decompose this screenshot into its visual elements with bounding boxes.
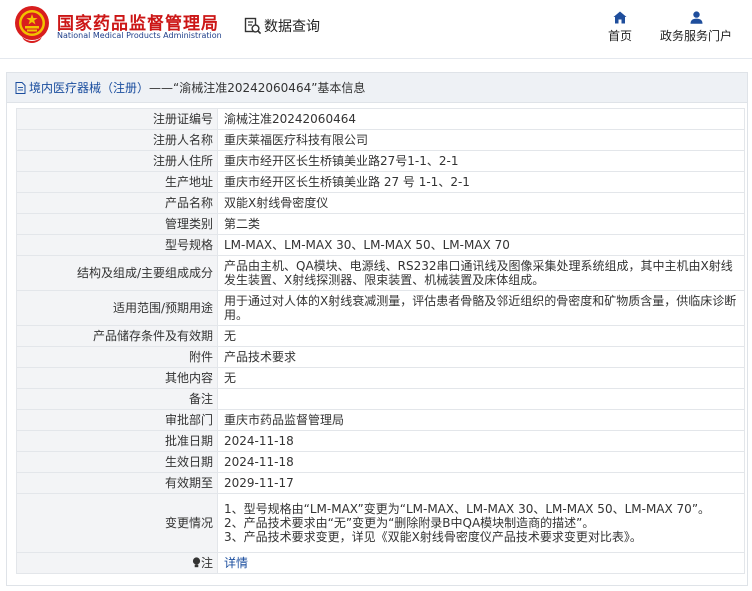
note-label-cell: 注 <box>16 552 218 574</box>
row-value: 用于通过对人体的X射线衰减测量，评估患者骨骼及邻近组织的骨密度和矿物质含量，供临… <box>217 290 745 326</box>
bulb-icon <box>192 557 201 568</box>
table-row: 适用范围/预期用途 用于通过对人体的X射线衰减测量，评估患者骨骼及邻近组织的骨密度… <box>16 290 745 326</box>
row-label: 产品名称 <box>16 192 218 214</box>
row-value: 渝械注准20242060464 <box>217 108 745 130</box>
nav-service-portal[interactable]: 政务服务门户 <box>654 11 738 44</box>
site-subtitle: National Medical Products Administration <box>57 31 222 40</box>
row-value: 2024-11-18 <box>217 430 745 452</box>
row-label: 型号规格 <box>16 234 218 256</box>
data-query-link[interactable]: 数据查询 <box>244 15 320 37</box>
row-value: 第二类 <box>217 213 745 235</box>
row-label: 注册证编号 <box>16 108 218 130</box>
row-label: 产品储存条件及有效期 <box>16 325 218 347</box>
details-link[interactable]: 详情 <box>224 556 248 570</box>
table-row: 产品储存条件及有效期无 <box>16 325 745 347</box>
table-row: 产品名称 双能X射线骨密度仪 <box>16 192 745 214</box>
row-value: 无 <box>217 367 745 389</box>
document-icon <box>15 81 26 94</box>
table-row: 注 详情 <box>16 552 745 574</box>
row-value: 重庆市经开区长生桥镇美业路27号1-1、2-1 <box>217 150 745 172</box>
row-value: 重庆市药品监督管理局 <box>217 409 745 431</box>
table-row: 有效期至 2029-11-17 <box>16 472 745 494</box>
row-label: 备注 <box>16 388 218 410</box>
search-icon <box>244 17 262 35</box>
table-row: 管理类别 第二类 <box>16 213 745 235</box>
row-label: 生效日期 <box>16 451 218 473</box>
row-label: 管理类别 <box>16 213 218 235</box>
nav-portal-label: 政务服务门户 <box>659 29 732 43</box>
table-row: 注册人住所 重庆市经开区长生桥镇美业路27号1-1、2-1 <box>16 150 745 172</box>
row-value: 双能X射线骨密度仪 <box>217 192 745 214</box>
row-label: 附件 <box>16 346 218 368</box>
change-history: 1、型号规格由“LM-MAX”变更为“LM-MAX、LM-MAX 30、LM-M… <box>217 493 745 553</box>
table-row: 注册人名称 重庆莱福医疗科技有限公司 <box>16 129 745 151</box>
row-value: 重庆市经开区长生桥镇美业路 27 号 1-1、2-1 <box>217 171 745 193</box>
device-info-panel: 境内医疗器械（注册） —— “渝械注准20242060464”基本信息 注册证编… <box>6 72 748 586</box>
user-icon <box>690 11 702 24</box>
row-label: 适用范围/预期用途 <box>16 290 218 326</box>
national-emblem-logo <box>15 6 49 43</box>
table-row: 结构及组成/主要组成成分 产品由主机、QA模块、电源线、RS232串口通讯线及图像… <box>16 255 745 291</box>
row-label: 注册人名称 <box>16 129 218 151</box>
row-label: 注册人住所 <box>16 150 218 172</box>
table-row: 附件 产品技术要求 <box>16 346 745 368</box>
table-row: 其他内容无 <box>16 367 745 389</box>
row-value: 2024-11-18 <box>217 451 745 473</box>
record-title: “渝械注准20242060464”基本信息 <box>173 81 366 95</box>
row-value: LM-MAX、LM-MAX 30、LM-MAX 50、LM-MAX 70 <box>217 234 745 256</box>
change-line: 3、产品技术要求变更，详见《双能X射线骨密度仪产品技术要求变更对比表》。 <box>224 530 642 544</box>
data-query-label: 数据查询 <box>264 19 320 35</box>
row-label: 有效期至 <box>16 472 218 494</box>
change-line: 1、型号规格由“LM-MAX”变更为“LM-MAX、LM-MAX 30、LM-M… <box>224 502 711 516</box>
table-row: 型号规格 LM-MAX、LM-MAX 30、LM-MAX 50、LM-MAX 70 <box>16 234 745 256</box>
table-row: 生产地址 重庆市经开区长生桥镇美业路 27 号 1-1、2-1 <box>16 171 745 193</box>
row-value: 产品技术要求 <box>217 346 745 368</box>
table-row: 审批部门 重庆市药品监督管理局 <box>16 409 745 431</box>
table-row: 变更情况 1、型号规格由“LM-MAX”变更为“LM-MAX、LM-MAX 30… <box>16 493 745 553</box>
row-value: 2029-11-17 <box>217 472 745 494</box>
table-row: 备注 <box>16 388 745 410</box>
table-row: 生效日期 2024-11-18 <box>16 451 745 473</box>
row-label: 批准日期 <box>16 430 218 452</box>
note-value: 详情 <box>217 552 745 574</box>
change-line: 2、产品技术要求由“无”变更为“删除附录B中QA模块制造商的描述”。 <box>224 516 595 530</box>
title-separator: —— <box>149 80 174 95</box>
row-label: 其他内容 <box>16 367 218 389</box>
row-label: 审批部门 <box>16 409 218 431</box>
note-label: 注 <box>200 556 213 570</box>
row-label: 生产地址 <box>16 171 218 193</box>
nav-home[interactable]: 首页 <box>600 11 640 44</box>
table-row: 注册证编号 渝械注准20242060464 <box>16 108 745 130</box>
panel-title: 境内医疗器械（注册） —— “渝械注准20242060464”基本信息 <box>7 73 747 103</box>
nav-home-label: 首页 <box>607 29 632 43</box>
row-value: 无 <box>217 325 745 347</box>
row-value: 产品由主机、QA模块、电源线、RS232串口通讯线及图像采集处理系统组成，其中主… <box>217 255 745 291</box>
detail-table: 注册证编号 渝械注准20242060464 注册人名称 重庆莱福医疗科技有限公司 注… <box>16 108 745 574</box>
home-icon <box>613 11 627 24</box>
row-label: 变更情况 <box>16 493 218 553</box>
category-link[interactable]: 境内医疗器械（注册） <box>29 79 149 96</box>
row-label: 结构及组成/主要组成成分 <box>16 255 218 291</box>
table-row: 批准日期 2024-11-18 <box>16 430 745 452</box>
row-value: 重庆莱福医疗科技有限公司 <box>217 129 745 151</box>
site-header: 国家药品监督管理局 National Medical Products Admi… <box>0 0 752 59</box>
row-value <box>217 388 745 410</box>
